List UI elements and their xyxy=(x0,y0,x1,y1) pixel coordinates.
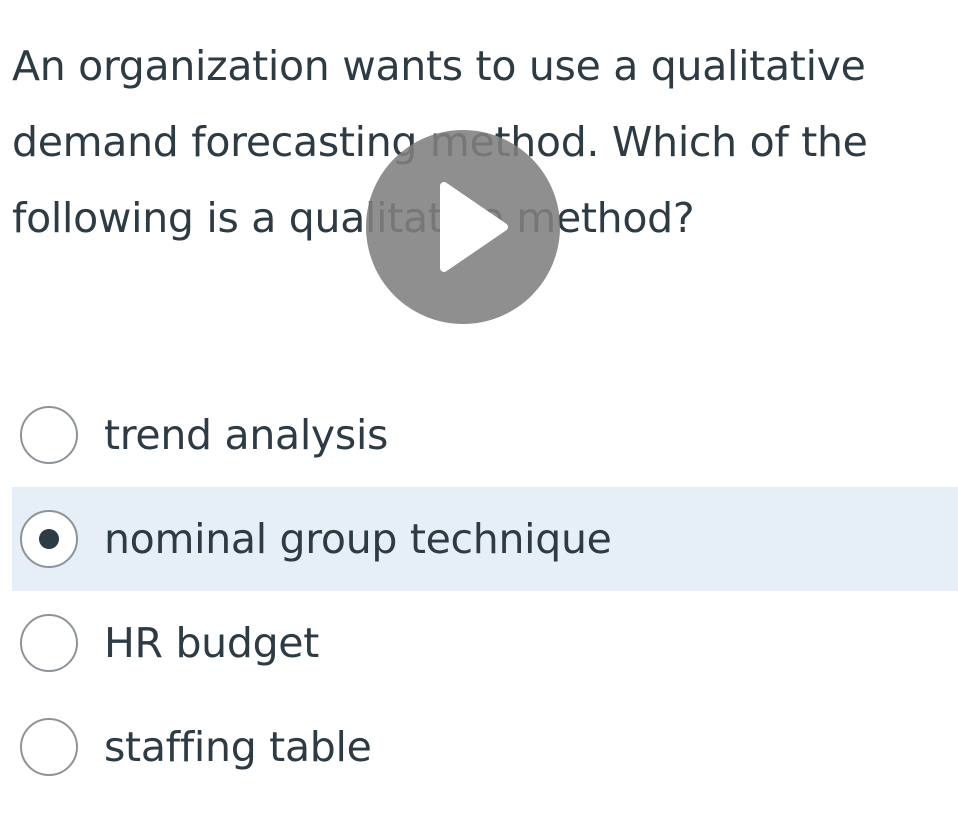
answer-label: HR budget xyxy=(104,619,320,667)
radio-selected-dot xyxy=(39,529,59,549)
answer-label: trend analysis xyxy=(104,411,389,459)
radio-button[interactable] xyxy=(20,510,78,568)
answer-label: nominal group technique xyxy=(104,515,612,563)
radio-button[interactable] xyxy=(20,614,78,672)
answer-list: trend analysis nominal group technique H… xyxy=(12,383,958,799)
answer-option-nominal-group-technique[interactable]: nominal group technique xyxy=(12,487,958,591)
answer-label: staffing table xyxy=(104,723,372,771)
answer-option-hr-budget[interactable]: HR budget xyxy=(12,591,958,695)
play-icon xyxy=(440,182,508,272)
radio-button[interactable] xyxy=(20,406,78,464)
video-play-button[interactable] xyxy=(366,130,560,324)
answer-option-trend-analysis[interactable]: trend analysis xyxy=(12,383,958,487)
radio-button[interactable] xyxy=(20,718,78,776)
answer-option-staffing-table[interactable]: staffing table xyxy=(12,695,958,799)
